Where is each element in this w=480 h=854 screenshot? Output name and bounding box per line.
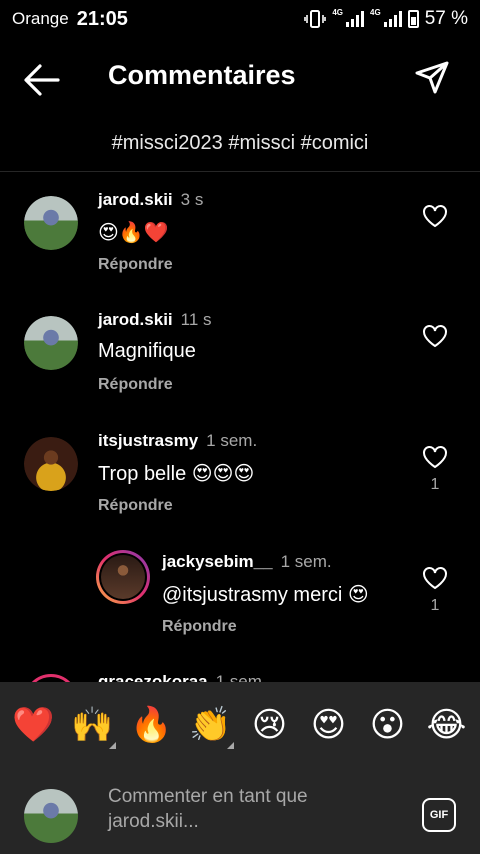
reaction-heart-eyes[interactable]: 😍 [304,705,354,745]
comment-header: jarod.skii 11 s [98,310,212,330]
avatar[interactable] [24,196,78,250]
comment-input[interactable]: Commenter en tant que jarod.skii... [108,784,368,834]
heart-icon[interactable] [422,324,448,348]
composer-avatar [24,789,78,843]
reaction-clap[interactable]: 👏 [186,705,236,749]
quick-reactions-bar: ❤️ 🙌 🔥 👏 😢 😍 😮 😂 [0,700,480,750]
comment-item: gracezokoraa 1 sem. [0,670,480,682]
comment-header: itsjustrasmy 1 sem. [98,431,257,451]
comment-item: jarod.skii 11 s Magnifique Répondre [0,300,480,410]
like-count: 1 [430,476,440,493]
skin-tone-indicator-icon [108,742,116,749]
comment-text: 😍🔥❤️ [98,222,169,244]
signal-icon [346,11,365,27]
reaction-fire[interactable]: 🔥 [127,705,177,745]
avatar[interactable] [24,674,78,682]
reaction-crying[interactable]: 😢 [245,705,295,745]
heart-icon[interactable] [422,445,448,469]
signal-icon-2 [383,11,402,27]
heart-icon[interactable] [422,566,448,590]
like-count: 1 [430,597,440,614]
comment-item: jarod.skii 3 s 😍🔥❤️ Répondre [0,180,480,290]
comment-username[interactable]: jarod.skii [98,310,173,329]
back-arrow-icon[interactable] [22,62,62,98]
reaction-heart[interactable]: ❤️ [9,705,59,745]
battery-level: 57 % [424,8,468,29]
comment-time: 1 sem. [280,552,332,571]
comment-header: jarod.skii 3 s [98,190,203,210]
reply-button[interactable]: Répondre [98,376,173,394]
reaction-emoji: 👏 [189,706,232,744]
comment-composer-panel: ❤️ 🙌 🔥 👏 😢 😍 😮 😂 Commenter en tant que j… [0,682,480,854]
comment-username[interactable]: jackysebim__ [162,552,273,571]
comment-time: 1 sem. [206,431,258,450]
comment-username[interactable]: itsjustrasmy [98,431,198,450]
vibrate-icon [304,10,327,28]
paper-plane-icon[interactable] [414,60,450,96]
reaction-raised-hands[interactable]: 🙌 [68,705,118,749]
heart-icon[interactable] [422,204,448,228]
reaction-emoji: 🙌 [71,706,114,744]
comment-username[interactable]: jarod.skii [98,190,173,209]
header: Commentaires [0,40,480,118]
comment-text: Trop belle 😍😍😍 [98,463,255,485]
gif-button[interactable]: GIF [422,798,456,832]
post-caption: #missci2023 #missci #comici [111,132,369,154]
comment-time: 3 s [180,190,204,209]
reply-button[interactable]: Répondre [162,618,237,636]
battery-icon [407,10,419,28]
network-4g-icon: 4G [332,8,344,17]
reply-button[interactable]: Répondre [98,256,173,274]
avatar[interactable] [96,550,150,604]
divider [0,171,480,172]
status-icons: 4G 4G 57 % [304,8,468,30]
page-title: Commentaires [108,60,296,90]
comment-text: @itsjustrasmy merci 😍 [162,584,369,606]
network-4g-icon-2: 4G [370,8,381,17]
comment-time: 11 s [180,310,212,329]
status-time: 21:05 [76,7,128,30]
comment-time: 1 sem. [215,672,267,682]
comment-text: Magnifique [98,340,196,362]
reaction-surprised[interactable]: 😮 [363,705,413,745]
carrier-name: Orange [12,9,69,28]
skin-tone-indicator-icon [226,742,234,749]
reply-button[interactable]: Répondre [98,497,173,515]
comment-header: jackysebim__ 1 sem. [162,552,332,572]
avatar[interactable] [24,316,78,370]
comment-header: gracezokoraa 1 sem. [98,672,267,682]
reaction-laughing[interactable]: 😂 [422,705,472,745]
comment-item: jackysebim__ 1 sem. @itsjustrasmy merci 😍… [0,542,480,652]
status-bar: Orange 21:05 4G 4G 57 % [0,0,480,38]
comment-username[interactable]: gracezokoraa [98,672,208,682]
avatar[interactable] [24,437,78,491]
comment-item: itsjustrasmy 1 sem. Trop belle 😍😍😍 Répond… [0,421,480,531]
